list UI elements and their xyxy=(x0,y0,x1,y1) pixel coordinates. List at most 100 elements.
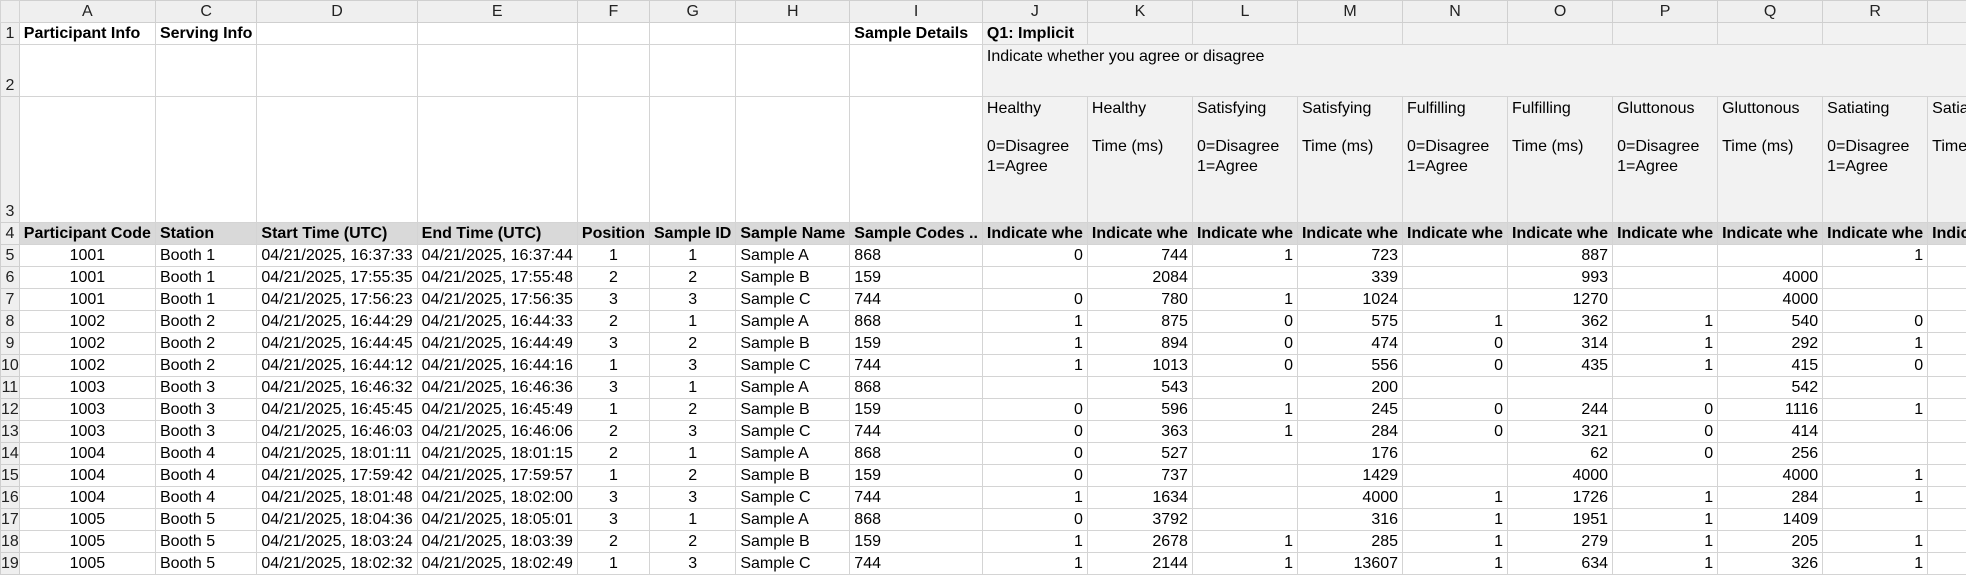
cell[interactable] xyxy=(1297,23,1402,45)
field-header-cell[interactable]: Start Time (UTC) xyxy=(257,223,417,245)
data-cell[interactable]: 1004 xyxy=(19,465,155,487)
field-header-cell[interactable]: Station xyxy=(155,223,256,245)
row-header-6[interactable]: 6 xyxy=(1,267,20,289)
cell[interactable] xyxy=(1823,23,1928,45)
data-cell[interactable]: 527 xyxy=(1087,443,1192,465)
field-header-cell[interactable]: Indicate whe xyxy=(1823,223,1928,245)
data-cell[interactable]: 0 xyxy=(1613,421,1718,443)
data-cell[interactable]: Sample B xyxy=(736,465,850,487)
cell[interactable] xyxy=(1718,23,1823,45)
data-cell[interactable]: 200 xyxy=(1297,377,1402,399)
column-header-e[interactable]: E xyxy=(417,1,577,23)
data-cell[interactable]: 1001 xyxy=(19,289,155,311)
data-cell[interactable]: Sample C xyxy=(736,553,850,575)
cell[interactable] xyxy=(417,23,577,45)
column-header-l[interactable]: L xyxy=(1192,1,1297,23)
data-cell[interactable] xyxy=(1403,377,1508,399)
data-cell[interactable]: 1003 xyxy=(19,399,155,421)
data-cell[interactable]: 868 xyxy=(850,377,983,399)
data-cell[interactable]: 205 xyxy=(1718,531,1823,553)
data-cell[interactable]: 2 xyxy=(577,267,649,289)
data-cell[interactable] xyxy=(982,377,1087,399)
field-header-cell[interactable]: Indicate whe xyxy=(1297,223,1402,245)
data-cell[interactable]: 04/21/2025, 16:37:33 xyxy=(257,245,417,267)
data-cell[interactable]: 1 xyxy=(1403,487,1508,509)
question-label-cell[interactable]: Gluttonous0=Disagree 1=Agree xyxy=(1613,97,1718,223)
column-header-f[interactable]: F xyxy=(577,1,649,23)
data-cell[interactable]: 1 xyxy=(1613,311,1718,333)
field-header-cell[interactable]: Indicate whe xyxy=(1928,223,1966,245)
data-cell[interactable]: 3 xyxy=(650,421,736,443)
data-cell[interactable]: 2 xyxy=(650,465,736,487)
data-cell[interactable]: Booth 5 xyxy=(155,553,256,575)
data-cell[interactable]: 2 xyxy=(650,531,736,553)
data-cell[interactable] xyxy=(1192,377,1297,399)
data-cell[interactable]: 2678 xyxy=(1087,531,1192,553)
data-cell[interactable]: 1002 xyxy=(19,333,155,355)
data-cell[interactable]: 62 xyxy=(1508,443,1613,465)
data-cell[interactable]: Sample B xyxy=(736,333,850,355)
data-cell[interactable]: 0 xyxy=(982,421,1087,443)
data-cell[interactable]: 04/21/2025, 18:01:15 xyxy=(417,443,577,465)
data-cell[interactable] xyxy=(1403,465,1508,487)
data-cell[interactable]: 321 xyxy=(1508,421,1613,443)
data-cell[interactable]: 415 xyxy=(1718,355,1823,377)
column-header-h[interactable]: H xyxy=(736,1,850,23)
cell[interactable] xyxy=(417,97,577,223)
data-cell[interactable]: 4000 xyxy=(1928,267,1966,289)
data-cell[interactable]: 159 xyxy=(850,267,983,289)
data-cell[interactable]: 1 xyxy=(982,333,1087,355)
q1-implicit-header[interactable]: Q1: Implicit xyxy=(982,23,1087,45)
data-cell[interactable]: 894 xyxy=(1087,333,1192,355)
question-label-cell[interactable]: Satisfying0=Disagree 1=Agree xyxy=(1192,97,1297,223)
data-cell[interactable]: 1003 xyxy=(19,421,155,443)
data-cell[interactable]: 244 xyxy=(1508,399,1613,421)
data-cell[interactable]: 1116 xyxy=(1718,399,1823,421)
data-cell[interactable]: 362 xyxy=(1508,311,1613,333)
field-header-cell[interactable]: Indicate whe xyxy=(1192,223,1297,245)
data-cell[interactable]: 0 xyxy=(1403,333,1508,355)
row-header-16[interactable]: 16 xyxy=(1,487,20,509)
data-cell[interactable]: 1428 xyxy=(1928,465,1966,487)
data-cell[interactable]: 737 xyxy=(1087,465,1192,487)
data-cell[interactable]: 540 xyxy=(1718,311,1823,333)
select-all-corner[interactable] xyxy=(1,1,20,23)
data-cell[interactable]: 1 xyxy=(650,377,736,399)
data-cell[interactable]: 4000 xyxy=(1297,487,1402,509)
data-cell[interactable]: 4000 xyxy=(1508,465,1613,487)
data-cell[interactable]: 868 xyxy=(850,509,983,531)
question-label-cell[interactable]: FulfillingTime (ms) xyxy=(1508,97,1613,223)
data-cell[interactable]: 3 xyxy=(577,487,649,509)
field-header-cell[interactable]: End Time (UTC) xyxy=(417,223,577,245)
data-cell[interactable]: 1 xyxy=(1823,245,1928,267)
data-cell[interactable]: 1024 xyxy=(1297,289,1402,311)
row-header-10[interactable]: 10 xyxy=(1,355,20,377)
data-cell[interactable]: 1 xyxy=(1192,421,1297,443)
data-cell[interactable]: 1 xyxy=(577,355,649,377)
cell[interactable] xyxy=(650,45,736,97)
data-cell[interactable]: 1 xyxy=(1403,531,1508,553)
data-cell[interactable]: 0 xyxy=(1403,421,1508,443)
cell[interactable] xyxy=(1508,23,1613,45)
cell[interactable] xyxy=(650,23,736,45)
data-cell[interactable]: 288 xyxy=(1928,487,1966,509)
data-cell[interactable]: 04/21/2025, 16:44:12 xyxy=(257,355,417,377)
data-cell[interactable]: 1 xyxy=(982,311,1087,333)
data-cell[interactable]: 0 xyxy=(1192,311,1297,333)
data-cell[interactable]: 0 xyxy=(982,509,1087,531)
data-cell[interactable]: Booth 1 xyxy=(155,245,256,267)
data-cell[interactable]: 04/21/2025, 16:44:16 xyxy=(417,355,577,377)
cell[interactable] xyxy=(1613,23,1718,45)
data-cell[interactable]: 2 xyxy=(577,443,649,465)
data-cell[interactable]: 723 xyxy=(1297,245,1402,267)
data-cell[interactable]: 1 xyxy=(982,487,1087,509)
cell[interactable] xyxy=(736,97,850,223)
field-header-cell[interactable]: Participant Code xyxy=(19,223,155,245)
data-cell[interactable]: 1 xyxy=(982,531,1087,553)
data-cell[interactable]: 1 xyxy=(650,443,736,465)
data-cell[interactable]: 04/21/2025, 16:44:45 xyxy=(257,333,417,355)
data-cell[interactable]: 3 xyxy=(577,289,649,311)
data-cell[interactable]: 1004 xyxy=(19,487,155,509)
data-cell[interactable]: Booth 1 xyxy=(155,289,256,311)
question-label-cell[interactable]: SatiatingTime (ms) xyxy=(1928,97,1966,223)
